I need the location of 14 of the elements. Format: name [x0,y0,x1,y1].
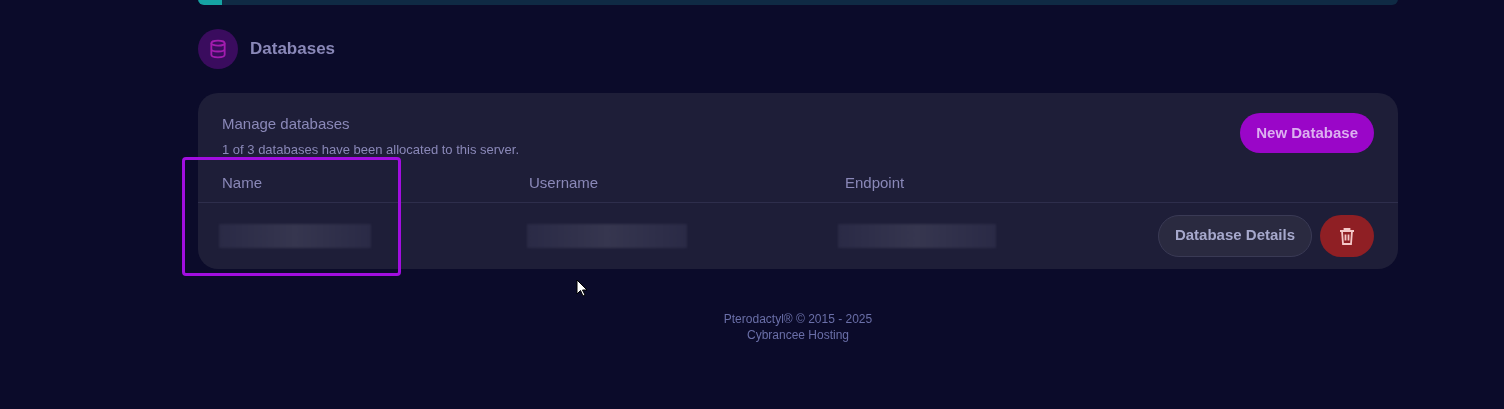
footer-text: Pterodactyl® © 2015 - 2025 [723,311,873,327]
column-header: Endpoint [845,173,905,191]
card-title: Manage databases [222,114,351,134]
cursor-icon [576,279,588,297]
column-header: Username [529,173,599,191]
database-details-button[interactable]: Database Details [1157,214,1312,257]
column-header: Name [222,173,262,191]
footer-text: Cybrancee Hosting [746,327,850,343]
card-subtitle: 1 of 3 databases have been allocated to this server. [222,140,520,159]
section-title: Databases [250,38,336,61]
delete-button[interactable] [1320,214,1374,257]
trash-icon [1339,226,1355,245]
new-database-button[interactable]: New Database [1240,113,1374,153]
database-icon [198,29,238,69]
